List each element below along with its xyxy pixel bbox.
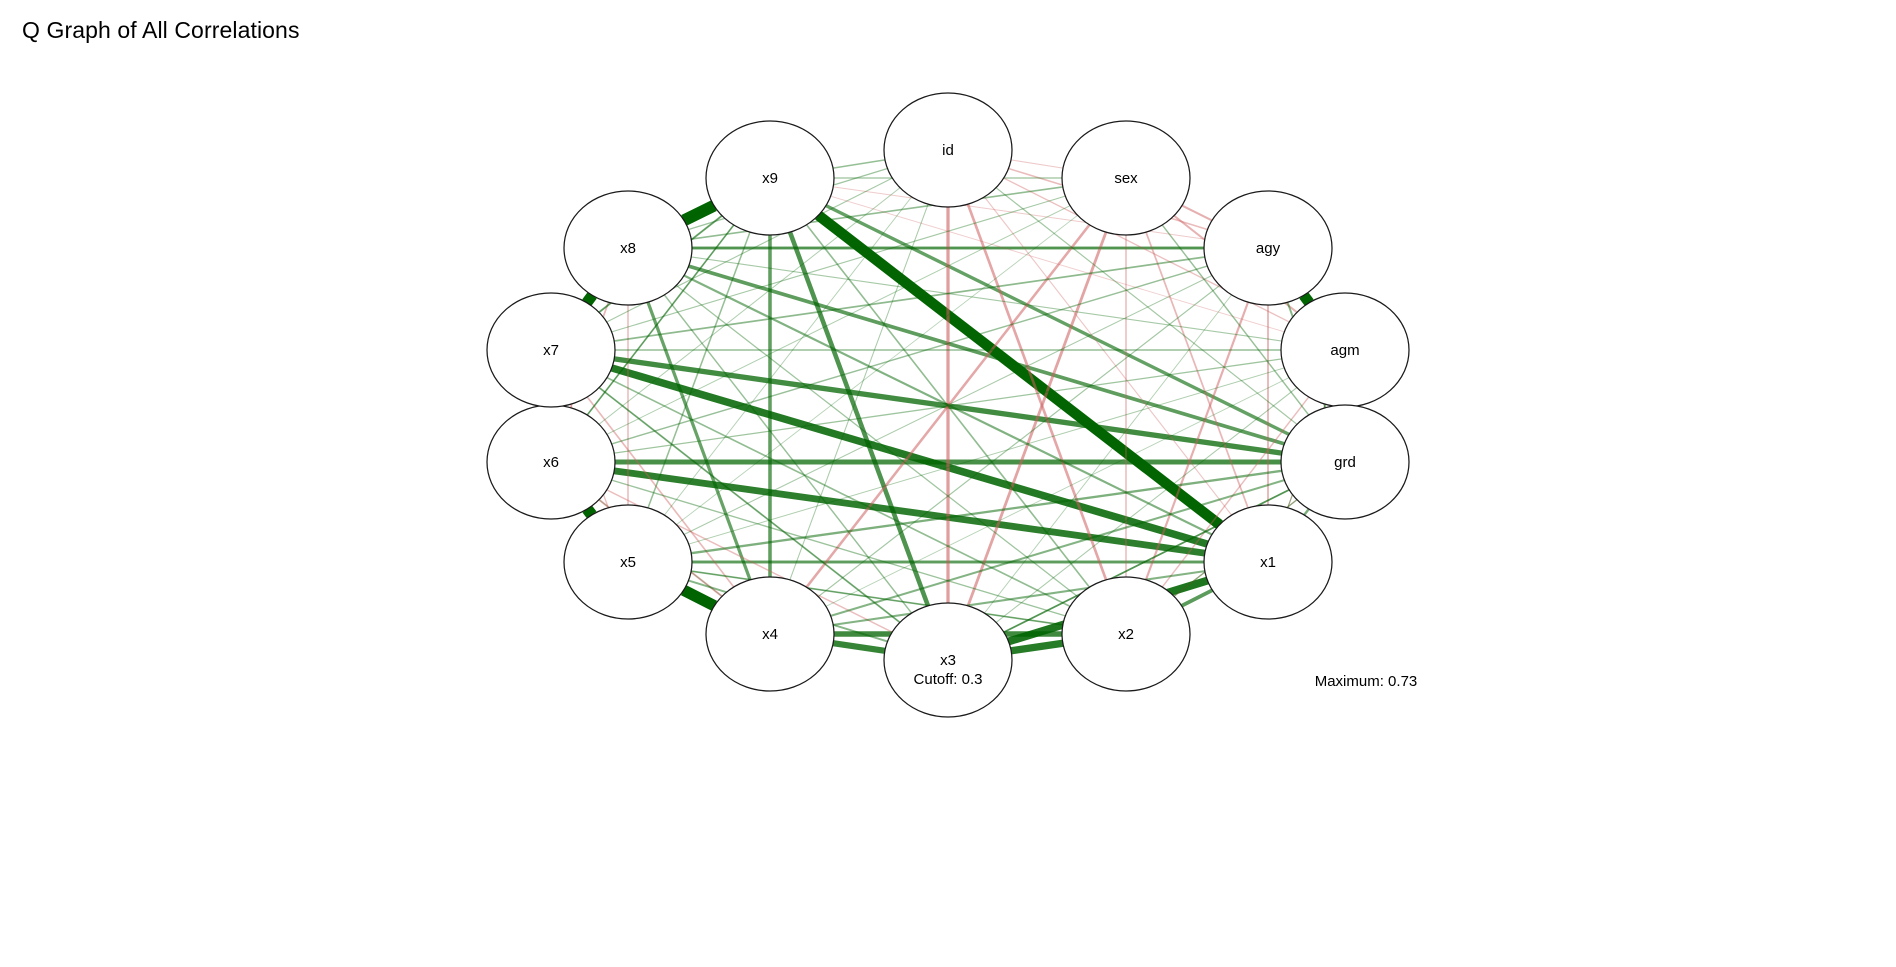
graph-edge bbox=[663, 294, 913, 614]
node-label: x8 bbox=[620, 240, 636, 257]
graph-node-x4[interactable]: x4 bbox=[705, 576, 835, 692]
maximum-annotation: Maximum: 0.73 bbox=[1315, 673, 1418, 690]
correlation-network-graph: id sex agy agm grd x1 x2 x3 x4 x5 x6 x7 x8 x9 Cutoff:… bbox=[486, 92, 1418, 718]
node-label: agm bbox=[1330, 342, 1359, 359]
graph-node-x3[interactable]: x3 bbox=[883, 602, 1013, 718]
graph-edge bbox=[1303, 508, 1310, 516]
graph-node-sex[interactable]: sex bbox=[1061, 120, 1191, 236]
node-label: agy bbox=[1256, 240, 1281, 257]
cutoff-annotation: Cutoff: 0.3 bbox=[914, 671, 983, 688]
node-label: x3 bbox=[940, 652, 956, 669]
graph-node-id[interactable]: id bbox=[883, 92, 1013, 208]
graph-node-agm[interactable]: agm bbox=[1280, 292, 1410, 408]
graph-node-agy[interactable]: agy bbox=[1203, 190, 1333, 306]
node-label: x6 bbox=[543, 454, 559, 471]
node-label: grd bbox=[1334, 454, 1356, 471]
node-label: x5 bbox=[620, 554, 636, 571]
graph-edge bbox=[1181, 204, 1213, 222]
graph-edge bbox=[1010, 639, 1064, 655]
graph-node-grd[interactable]: grd bbox=[1280, 404, 1410, 520]
graph-node-x5[interactable]: x5 bbox=[563, 504, 693, 620]
node-label: x7 bbox=[543, 342, 559, 359]
node-label: id bbox=[942, 142, 954, 159]
graph-node-x8[interactable]: x8 bbox=[563, 190, 693, 306]
graph-edge bbox=[832, 159, 886, 169]
node-label: x1 bbox=[1260, 554, 1276, 571]
graph-edge bbox=[1299, 292, 1314, 306]
node-label: sex bbox=[1114, 170, 1138, 187]
node-label: x2 bbox=[1118, 626, 1134, 643]
graph-node-x6[interactable]: x6 bbox=[486, 404, 616, 520]
graph-edge bbox=[984, 294, 1232, 614]
graph-node-x2[interactable]: x2 bbox=[1061, 576, 1191, 692]
graph-edge bbox=[832, 640, 886, 654]
node-label: x4 bbox=[762, 626, 778, 643]
graph-edge bbox=[1180, 588, 1214, 608]
graph-node-x9[interactable]: x9 bbox=[705, 120, 835, 236]
graph-edge bbox=[1010, 159, 1064, 169]
graph-edge bbox=[613, 467, 1206, 557]
node-label: x9 bbox=[762, 170, 778, 187]
graph-node-x7[interactable]: x7 bbox=[486, 292, 616, 408]
graph-node-x1[interactable]: x1 bbox=[1203, 504, 1333, 620]
